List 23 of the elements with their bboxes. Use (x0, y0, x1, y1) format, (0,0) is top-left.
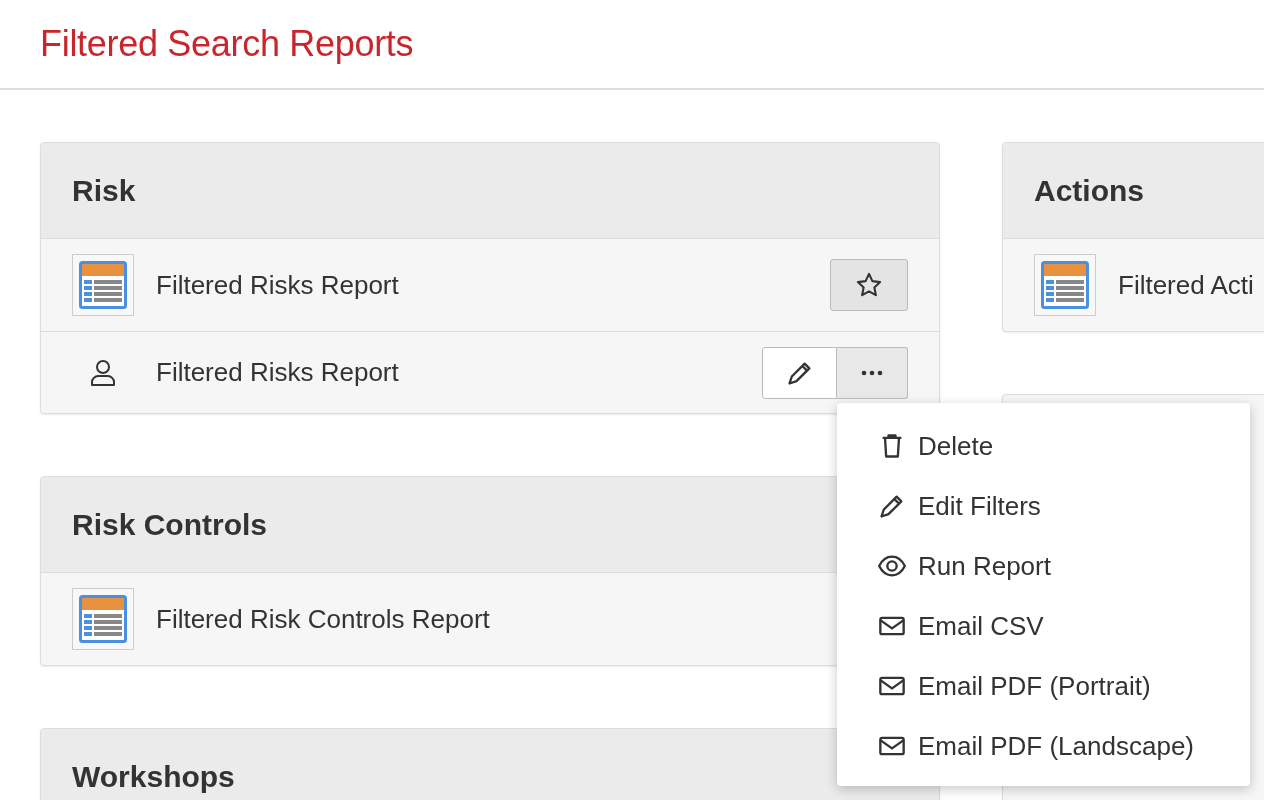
menu-item[interactable]: Email CSV (837, 596, 1250, 656)
report-icon (72, 254, 134, 316)
edit-button[interactable] (762, 346, 837, 399)
more-icon (861, 369, 883, 376)
card-title: Workshops (72, 759, 235, 794)
card-title: Actions (1034, 173, 1144, 208)
card-title: Risk (72, 173, 136, 208)
pencil-icon (878, 492, 906, 520)
menu-item[interactable]: Edit Filters (837, 476, 1250, 536)
menu-item[interactable]: Email PDF (Portrait) (837, 656, 1250, 716)
page-title: Filtered Search Reports (40, 23, 414, 65)
report-name[interactable]: Filtered Risks Report (156, 269, 830, 301)
menu-item[interactable]: Run Report (837, 536, 1250, 596)
report-icon (72, 588, 134, 650)
menu-item[interactable]: Delete (837, 416, 1250, 476)
favorite-button[interactable] (830, 259, 908, 311)
person-icon (90, 358, 116, 387)
report-name[interactable]: Filtered Acti (1118, 269, 1264, 301)
report-icon (1034, 254, 1096, 316)
report-name[interactable]: Filtered Risks Report (156, 357, 762, 388)
card-title: Risk Controls (72, 507, 268, 542)
menu-item[interactable]: Email PDF (Landscape) (837, 716, 1250, 776)
star-icon (855, 271, 883, 299)
